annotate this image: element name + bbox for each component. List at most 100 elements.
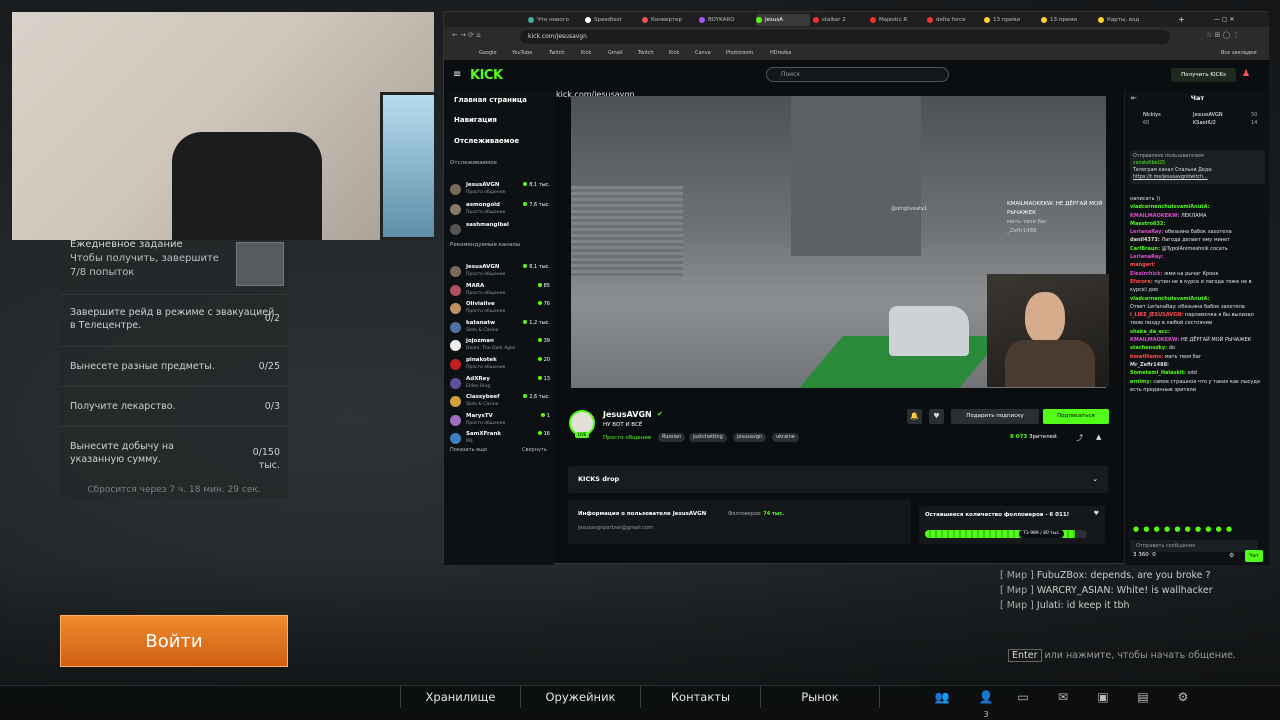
stream-category[interactable]: Просто общение [603, 435, 651, 441]
chat-username[interactable]: LerlanaRay: [1130, 254, 1163, 260]
shop-icon[interactable]: ▣ [1095, 689, 1111, 705]
show-more-link[interactable]: Показать еще [450, 447, 487, 453]
channel-row[interactable]: sashmangibal [450, 222, 550, 240]
chat-username[interactable]: KMAILMAOKEKW: [1130, 213, 1179, 219]
chat-username[interactable]: mangeri: [1130, 262, 1155, 268]
chat-username[interactable]: stachenozky: [1130, 345, 1167, 351]
login-button[interactable]: Войти [60, 615, 288, 667]
chat-username[interactable]: danil4373: [1130, 237, 1160, 243]
channel-row[interactable]: katanatw Slots & Casino 1,2 тыс. [450, 320, 550, 338]
chat-username[interactable]: Maestro832: [1130, 221, 1165, 227]
tag[interactable]: jesusavgn [733, 433, 767, 442]
nav-storage[interactable]: Хранилище [400, 686, 520, 708]
collapse-link[interactable]: Свернуть [522, 447, 547, 453]
bookmark[interactable]: Kick [581, 49, 591, 58]
tab[interactable]: Карты, вод [1098, 14, 1152, 26]
tab-active[interactable]: JesusA [756, 14, 810, 26]
bookmark[interactable]: HDrezka [770, 49, 791, 58]
tab[interactable]: Majestic R [870, 14, 924, 26]
bell-icon[interactable]: 🔔 [907, 409, 922, 424]
subscribe-button[interactable]: Подписаться [1043, 409, 1109, 424]
chat-username[interactable]: vladcernenchutsvamiAnutA: [1130, 296, 1210, 302]
tab[interactable]: Что нового [528, 14, 582, 26]
channel-row[interactable]: asmongold Просто общение 7,6 тыс. [450, 202, 550, 220]
kicks-drop-panel[interactable]: KICKS drop ⌄ [568, 466, 1108, 493]
bookmark[interactable]: Google [479, 49, 497, 58]
new-tab-icon[interactable]: + [1178, 14, 1188, 26]
bookmark-all[interactable]: Все закладки [1221, 49, 1257, 58]
chat-send-button[interactable]: Чат [1245, 550, 1263, 562]
tag[interactable]: justchatting [689, 433, 727, 442]
nav-contacts[interactable]: Контакты [640, 686, 760, 708]
goal-heart-icon[interactable]: ♥ [1094, 510, 1099, 517]
chat-username[interactable]: Elexirchick: [1130, 271, 1162, 277]
channel-row[interactable]: Olivialive Просто общение 76 [450, 301, 550, 319]
channel-row[interactable]: jojozman Doom: The Dark Ages 39 [450, 338, 550, 356]
nav-following[interactable]: Отслеживаемое [454, 137, 519, 145]
notes-icon[interactable]: ▤ [1135, 689, 1151, 705]
tab[interactable]: Speedtest [585, 14, 639, 26]
chat-username[interactable]: CarlBraun: [1130, 246, 1160, 252]
report-icon[interactable]: ▲ [1096, 433, 1101, 441]
chat-username[interactable]: KMAILMAOKEKW: [1130, 337, 1179, 343]
emote-bar-icon[interactable]: ● ● ● ● ● ● ● ● ● ● [1133, 525, 1233, 533]
gift-sub-button[interactable]: Подарить подписку [951, 409, 1039, 424]
nav-home[interactable]: Главная страница [454, 96, 527, 104]
chat-username[interactable]: ernimy: [1130, 379, 1152, 385]
chat-icon[interactable]: ▭ [1015, 689, 1031, 705]
tag[interactable]: Russian [658, 433, 686, 442]
chat-username[interactable]: LerlanaRay: [1130, 229, 1163, 235]
get-kicks-button[interactable]: Получить KICKs [1171, 68, 1236, 82]
bookmark[interactable]: Twitch [549, 49, 565, 58]
kick-logo[interactable]: KICK [470, 68, 503, 83]
channel-row[interactable]: pinakotek Просто общение 20 [450, 357, 550, 375]
chat-username[interactable]: Someteml_Halaskit: [1130, 370, 1186, 376]
channel-row[interactable]: MARA Просто общение 85 [450, 283, 550, 301]
channel-row[interactable]: JesusAVGN Просто общение 8,1 тыс. [450, 264, 550, 282]
chat-username[interactable]: I_LIKE_JESUSAVGN: [1130, 312, 1183, 318]
bookmark[interactable]: Kick [669, 49, 679, 58]
search-input[interactable]: Поиск [766, 67, 949, 82]
friends-icon[interactable]: 👥 [934, 689, 950, 705]
chat-username[interactable]: shaka_da_acc: [1130, 329, 1170, 335]
tab[interactable]: 13 преми [984, 14, 1038, 26]
tag[interactable]: ukraine [772, 433, 799, 442]
squad-icon[interactable]: 👤3 [978, 689, 994, 719]
chat-hint[interactable]: Enter или нажмите, чтобы начать общение. [1008, 649, 1236, 662]
address-bar[interactable]: kick.com/jesusavgn [520, 30, 1170, 44]
pinned-link[interactable]: https://t.me/jesusavgnitwitch... [1133, 174, 1262, 181]
channel-row[interactable]: JesusAVGN Просто общение 8,1 тыс. [450, 182, 550, 200]
chat-input[interactable]: Отправить сообщение [1130, 540, 1258, 552]
channel-row[interactable]: AdXRey Elden Ring 13 [450, 376, 550, 394]
tab[interactable]: 13 преми [1041, 14, 1095, 26]
channel-name[interactable]: JesusAVGN [603, 410, 652, 419]
tab[interactable]: stalker 2 [813, 14, 867, 26]
chat-username[interactable]: bwwilliams: [1130, 354, 1163, 360]
bookmark[interactable]: Gmail [608, 49, 623, 58]
chat-username[interactable]: Mr_Zefir1488: [1130, 362, 1169, 368]
bookmark[interactable]: Twitch [638, 49, 654, 58]
share-icon[interactable]: ⤴ [1076, 433, 1083, 443]
settings-gear-icon[interactable]: ⚙ [1175, 689, 1191, 705]
bookmark[interactable]: Canva [695, 49, 711, 58]
channel-row[interactable]: MarysTV Просто общение 1 [450, 413, 550, 431]
bookmark[interactable]: YouTube [512, 49, 532, 58]
window-controls-icon[interactable]: — ▢ ✕ [1214, 14, 1264, 26]
bookmark[interactable]: Photoroom [726, 49, 753, 58]
nav-armory[interactable]: Оружейник [520, 686, 640, 708]
nav-browse[interactable]: Навигация [454, 116, 497, 124]
chat-settings-icon[interactable]: ⚙ [1229, 552, 1234, 559]
extensions-icon[interactable]: ☆ ⊞ ◯ ⋮ [1206, 31, 1240, 39]
tab[interactable]: Конвертер [642, 14, 696, 26]
heart-icon[interactable]: ♥ [929, 409, 944, 424]
menu-icon[interactable]: ≡ [453, 69, 461, 80]
tab[interactable]: BOYKARO [699, 14, 753, 26]
back-forward-icon[interactable]: ← → ⟳ ⌂ [452, 31, 481, 39]
user-icon[interactable]: ♟ [1242, 69, 1252, 81]
nav-market[interactable]: Рынок [760, 686, 880, 708]
channel-row[interactable]: Classybeef Slots & Casino 2,6 тыс. [450, 394, 550, 412]
chat-username[interactable]: vladcernenchutsvamiAnutA: [1130, 204, 1210, 210]
tab[interactable]: delta force [927, 14, 981, 26]
mail-icon[interactable]: ✉ [1055, 689, 1071, 705]
chat-username[interactable]: Eforore: [1130, 279, 1153, 285]
